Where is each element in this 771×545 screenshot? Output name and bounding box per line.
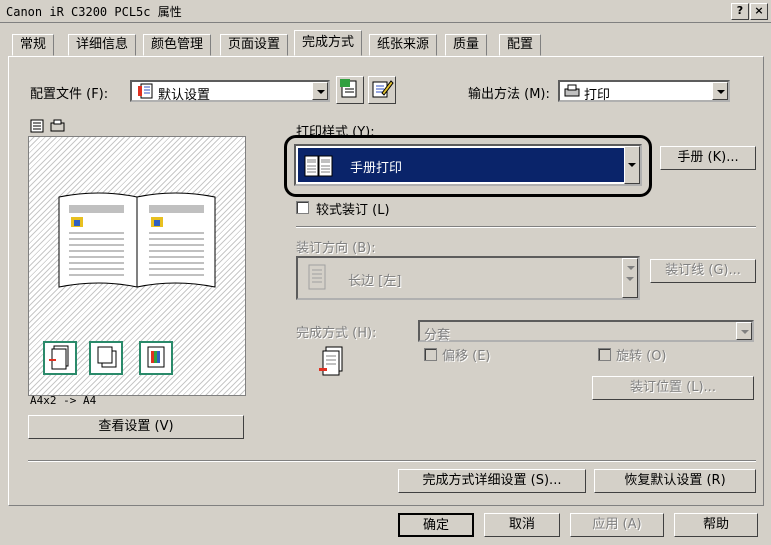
soft-binding-checkbox[interactable]	[296, 201, 309, 214]
booklet-button[interactable]: 手册 (K)...	[660, 146, 756, 170]
profile-icon	[136, 83, 154, 102]
window-title: Canon iR C3200 PCL5c 属性	[6, 5, 182, 19]
binding-direction-value: 长边 [左]	[348, 274, 402, 289]
chevron-down-icon	[312, 82, 328, 100]
tab-general[interactable]: 常规	[12, 34, 55, 56]
page-layout-icon[interactable]	[30, 119, 46, 136]
add-profile-icon	[340, 79, 357, 98]
printer-layout-icon[interactable]	[50, 119, 66, 136]
rotate-label: 旋转 (O)	[616, 349, 667, 364]
profile-combo[interactable]: 默认设置	[130, 80, 330, 103]
add-profile-button[interactable]	[336, 76, 364, 104]
finishing-value: 分套	[424, 328, 451, 343]
restore-defaults-button[interactable]: 恢复默认设置 (R)	[594, 469, 756, 493]
profile-label: 配置文件 (F):	[30, 87, 109, 102]
tab-color-management[interactable]: 颜色管理	[143, 34, 212, 56]
print-style-selection: 手册打印	[298, 148, 624, 182]
tab-page-setup[interactable]: 页面设置	[220, 34, 289, 56]
gutter-button[interactable]: 装订线 (G)...	[650, 259, 756, 283]
color-mode-icon[interactable]	[139, 341, 173, 375]
tab-quality[interactable]: 质量	[445, 34, 488, 56]
title-bar: Canon iR C3200 PCL5c 属性 ? ×	[0, 0, 771, 23]
separator	[28, 460, 756, 462]
output-method-value: 打印	[584, 88, 611, 103]
chevron-down-icon	[712, 82, 728, 100]
chevron-down-icon	[622, 258, 638, 298]
separator	[296, 226, 756, 228]
print-style-value: 手册打印	[350, 161, 403, 176]
tab-configuration[interactable]: 配置	[499, 34, 542, 56]
close-title-button[interactable]: ×	[750, 3, 768, 20]
edit-profile-icon	[372, 80, 394, 98]
tab-details[interactable]: 详细信息	[68, 34, 137, 56]
binding-direction-label: 装订方向 (B):	[296, 241, 376, 256]
printer-icon	[564, 84, 580, 101]
offset-checkbox[interactable]	[424, 348, 437, 361]
view-settings-button[interactable]: 查看设置 (V)	[28, 415, 244, 439]
finishing-label: 完成方式 (H):	[296, 326, 377, 341]
output-method-label: 输出方法 (M):	[468, 87, 550, 102]
soft-binding-label: 较式装订 (L)	[316, 203, 390, 218]
edit-profile-button[interactable]	[368, 76, 396, 104]
booklet-icon	[302, 150, 336, 183]
preview-panel	[28, 136, 246, 396]
help-button[interactable]: 帮助	[674, 513, 758, 537]
binding-position-button[interactable]: 装订位置 (L)...	[592, 376, 754, 400]
finishing-combo[interactable]: 分套	[418, 320, 754, 343]
finishing-doc-icon	[318, 344, 346, 381]
binding-direction-combo[interactable]: 长边 [左]	[296, 256, 640, 300]
chevron-down-icon	[736, 322, 752, 340]
finishing-collate-icon[interactable]	[43, 341, 77, 375]
apply-button[interactable]: 应用 (A)	[570, 513, 664, 537]
binding-icon	[306, 263, 330, 296]
preview-caption: A4x2 -> A4	[30, 394, 97, 407]
profile-value: 默认设置	[158, 88, 211, 103]
print-style-combo[interactable]: 手册打印	[294, 144, 642, 186]
finishing-details-button[interactable]: 完成方式详细设置 (S)...	[398, 469, 586, 493]
finishing-stack-icon[interactable]	[89, 341, 123, 375]
help-title-button[interactable]: ?	[731, 3, 749, 20]
rotate-checkbox[interactable]	[598, 348, 611, 361]
tab-finishing[interactable]: 完成方式	[294, 30, 363, 56]
output-method-combo[interactable]: 打印	[558, 80, 730, 103]
chevron-down-icon	[624, 146, 640, 184]
ok-button[interactable]: 确定	[398, 513, 474, 537]
cancel-button[interactable]: 取消	[484, 513, 560, 537]
tab-paper-source[interactable]: 纸张来源	[369, 34, 438, 56]
offset-label: 偏移 (E)	[442, 349, 491, 364]
